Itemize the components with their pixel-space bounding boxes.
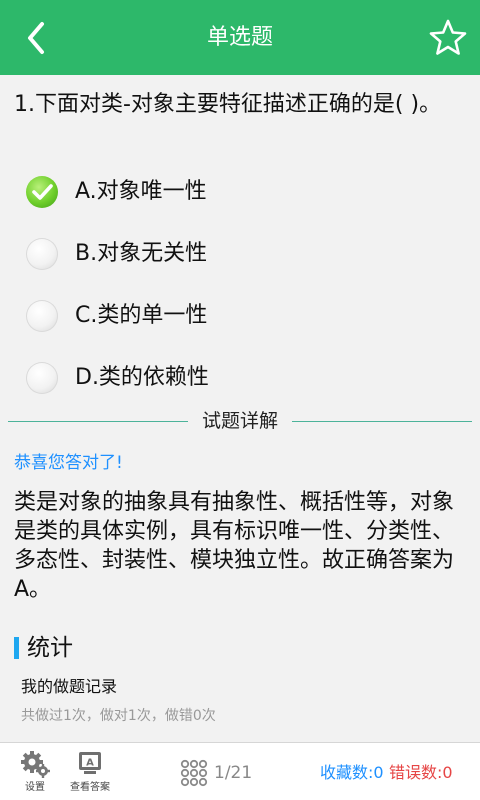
record-title: 我的做题记录 (21, 677, 118, 696)
bottom-toolbar: 设置 A 查看答案 1/21 收藏数:0 错误数:0 (0, 742, 480, 800)
view-answer-label: 查看答案 (70, 782, 110, 793)
option-label: A.对象唯一性 (75, 179, 207, 204)
option-d[interactable]: D.类的依赖性 (26, 352, 466, 404)
option-label: D.类的依赖性 (75, 365, 209, 390)
radio-unchecked[interactable] (26, 238, 58, 270)
stats-accent-bar (14, 637, 19, 659)
detail-divider: 试题详解 (0, 408, 480, 434)
favorite-button[interactable] (426, 16, 470, 60)
question-progress: 1/21 (214, 763, 253, 783)
favorites-count[interactable]: 收藏数:0 (320, 759, 384, 787)
answer-card-icon: A (79, 752, 101, 774)
settings-button[interactable]: 设置 (5, 749, 65, 797)
errors-count[interactable]: 错误数:0 (389, 759, 453, 787)
grid-dots-icon (180, 759, 208, 787)
radio-unchecked[interactable] (26, 300, 58, 332)
gear-icon (21, 751, 50, 778)
question-text: 1.下面对类-对象主要特征描述正确的是( )。 (14, 92, 442, 117)
explanation-text: 类是对象的抽象具有抽象性、概括性等，对象是类的具体实例，具有标识唯一性、分类性、… (14, 490, 455, 602)
correct-message: 恭喜您答对了! (14, 453, 123, 473)
record-text: 共做过1次，做对1次，做错0次 (21, 708, 216, 724)
svg-text:A: A (86, 758, 94, 769)
question-grid-button[interactable] (180, 759, 208, 787)
radio-checked[interactable] (26, 176, 58, 208)
checkmark-icon (32, 184, 53, 200)
option-a[interactable]: A.对象唯一性 (26, 166, 466, 218)
option-b[interactable]: B.对象无关性 (26, 228, 466, 280)
option-label: B.对象无关性 (75, 241, 208, 266)
stats-title: 统计 (27, 635, 73, 661)
detail-divider-label: 试题详解 (193, 410, 286, 432)
view-answer-button[interactable]: A 查看答案 (60, 749, 120, 797)
radio-unchecked[interactable] (26, 362, 58, 394)
settings-label: 设置 (25, 782, 45, 793)
option-label: C.类的单一性 (75, 303, 208, 328)
star-outline-icon (429, 19, 467, 55)
title-bar: 单选题 (0, 0, 480, 75)
page-title: 单选题 (206, 25, 273, 50)
option-c[interactable]: C.类的单一性 (26, 290, 466, 342)
